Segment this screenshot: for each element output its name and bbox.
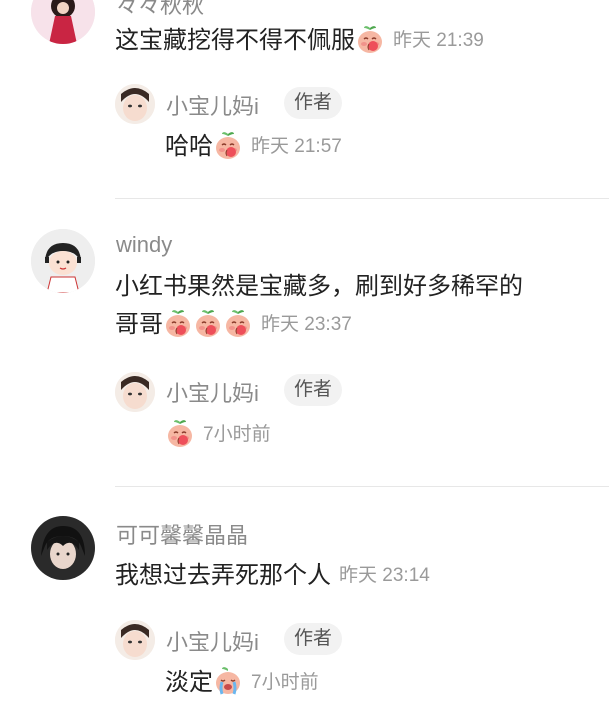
author-avatar[interactable] bbox=[115, 372, 155, 412]
author-avatar[interactable] bbox=[115, 620, 155, 660]
reply-username[interactable]: 小宝儿妈i bbox=[166, 376, 259, 408]
comment-body: 我想过去弄死那个人 bbox=[115, 562, 331, 589]
commenter-username[interactable]: windy bbox=[116, 232, 172, 258]
reply-time: 7小时前 bbox=[203, 424, 271, 445]
commenter-username[interactable]: 々々秋秋 bbox=[116, 0, 204, 20]
comment-body-line2: 哥哥 bbox=[115, 311, 163, 338]
reply-text[interactable]: 哈哈 昨天 21:57 bbox=[165, 128, 342, 166]
author-badge: 作者 bbox=[284, 87, 343, 119]
commenter-username[interactable]: 可可馨馨晶晶 bbox=[116, 518, 248, 550]
commenter-avatar[interactable] bbox=[31, 516, 95, 580]
peach-face-emoji-icon bbox=[167, 419, 193, 448]
comment-text[interactable]: 小红书果然是宝藏多，刷到好多稀罕的 哥哥 昨天 23:37 bbox=[115, 268, 523, 344]
peach-face-emoji-icon bbox=[357, 25, 383, 54]
reply-body: 哈哈 bbox=[165, 133, 213, 160]
reply-time: 7小时前 bbox=[251, 672, 319, 693]
peach-face-emoji-icon bbox=[225, 309, 251, 338]
reply-username[interactable]: 小宝儿妈i bbox=[166, 89, 259, 121]
comment-time: 昨天 21:39 bbox=[393, 30, 484, 51]
peach-face-emoji-icon bbox=[195, 309, 221, 338]
comment-divider bbox=[115, 198, 609, 199]
reply-time: 昨天 21:57 bbox=[251, 136, 342, 157]
author-badge: 作者 bbox=[284, 374, 343, 406]
comment-time: 昨天 23:14 bbox=[339, 565, 430, 586]
comment-time: 昨天 23:37 bbox=[261, 314, 352, 335]
peach-face-emoji-icon bbox=[215, 131, 241, 160]
author-avatar[interactable] bbox=[115, 84, 155, 124]
comment-divider bbox=[115, 486, 609, 487]
reply-text[interactable]: 淡定 7小时前 bbox=[165, 664, 319, 702]
comment-text[interactable]: 这宝藏挖得不得不佩服 昨天 21:39 bbox=[115, 22, 484, 60]
reply-username[interactable]: 小宝儿妈i bbox=[166, 625, 259, 657]
reply-text[interactable]: 7小时前 bbox=[165, 416, 271, 454]
author-badge: 作者 bbox=[284, 623, 343, 655]
peach-face-emoji-icon bbox=[165, 309, 191, 338]
comment-body: 这宝藏挖得不得不佩服 bbox=[115, 27, 355, 54]
comment-body-line1: 小红书果然是宝藏多，刷到好多稀罕的 bbox=[115, 273, 523, 300]
reply-body: 淡定 bbox=[165, 669, 213, 696]
commenter-avatar[interactable] bbox=[31, 0, 95, 44]
commenter-avatar[interactable] bbox=[31, 229, 95, 293]
comment-text[interactable]: 我想过去弄死那个人 昨天 23:14 bbox=[115, 557, 430, 595]
crying-face-emoji-icon bbox=[214, 666, 242, 696]
